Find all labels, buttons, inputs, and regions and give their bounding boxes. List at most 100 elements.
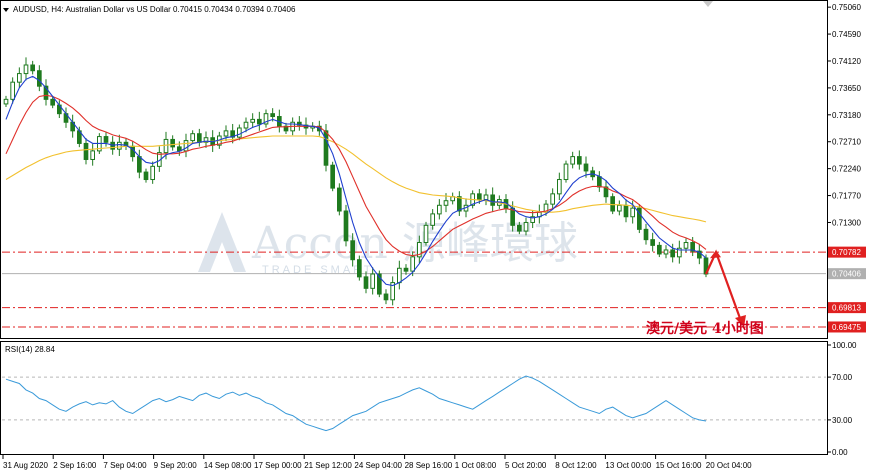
main-y-tick-label: 0.75060 [832, 3, 861, 12]
candle-body [10, 81, 15, 100]
candle-body [383, 293, 389, 301]
level-price-label: 0.69475 [832, 323, 861, 332]
x-tick-label: 21 Sep 12:00 [304, 461, 352, 470]
candle-body [243, 121, 249, 129]
x-tick-label: 7 Sep 04:00 [103, 461, 147, 470]
main-y-tick-label: 0.71770 [832, 192, 861, 201]
candle-body [17, 73, 22, 83]
candle-body [657, 244, 662, 255]
candle-body [583, 163, 589, 172]
x-tick-label: 1 Oct 08:00 [455, 461, 497, 470]
candle-body [237, 127, 242, 138]
candle-body [90, 150, 96, 160]
main-y-tick-label: 0.74120 [832, 57, 861, 66]
candle-body [163, 138, 169, 154]
candle-body [557, 179, 562, 195]
candle-body [517, 224, 522, 232]
candle-body [23, 64, 29, 75]
candle-body [437, 204, 442, 215]
level-price-label: 0.70782 [832, 248, 861, 257]
candle-body [650, 239, 655, 246]
x-tick-label: 14 Sep 08:00 [204, 461, 252, 470]
candle-body [37, 70, 42, 87]
candle-body [330, 164, 336, 189]
candle-body [397, 267, 402, 284]
candle-body [623, 204, 629, 218]
candle-body [630, 207, 635, 218]
candle-body [350, 240, 356, 261]
rsi-y-tick-label: 0.00 [832, 448, 848, 457]
main-y-tick-label: 0.72240 [832, 165, 861, 174]
main-y-tick-label: 0.72710 [832, 138, 861, 147]
main-plot-frame [0, 0, 828, 339]
candle-body [250, 118, 255, 123]
x-axis-labels: 31 Aug 2020 2 Sep 16:00 7 Sep 04:00 9 Sep 2… [2, 455, 752, 470]
candle-body [403, 267, 409, 272]
x-tick-label: 9 Sep 20:00 [154, 461, 198, 470]
rsi-header: RSI(14) 28.84 [5, 345, 55, 354]
rsi-plot-frame [0, 341, 828, 455]
candle-body [170, 138, 175, 148]
x-tick-label: 17 Sep 00:00 [254, 461, 302, 470]
candle-body [663, 249, 669, 255]
candle-body [523, 221, 529, 232]
candle-body [563, 163, 569, 181]
x-tick-label: 20 Oct 04:00 [706, 461, 752, 470]
candle-body [410, 256, 416, 272]
candle-body [550, 193, 555, 205]
candle-body [270, 113, 276, 118]
level-price-label: 0.69813 [832, 304, 861, 313]
main-y-tick-label: 0.73650 [832, 84, 861, 93]
current-price-label: 0.70406 [832, 270, 861, 279]
main-y-tick-label: 0.74590 [832, 30, 861, 39]
candle-body [430, 213, 436, 226]
candle-body [643, 228, 649, 241]
candle-body [323, 130, 329, 166]
candle-body [343, 210, 349, 242]
candle-body [137, 156, 142, 173]
candle-body [423, 224, 429, 244]
symbol-header: AUDUSD, H4: Australian Dollar vs US Doll… [13, 5, 296, 14]
candle-body [577, 156, 582, 165]
chart-annotation: 澳元/美元 4小时图 [646, 320, 764, 337]
main-y-tick-label: 0.73180 [832, 111, 861, 120]
candle-body [443, 200, 449, 206]
candle-body [570, 156, 575, 165]
watermark: Accon 源峰環球 TRADE SMART [198, 212, 578, 276]
candle-body [610, 196, 615, 212]
candle-body [357, 259, 362, 278]
candle-body [103, 136, 109, 143]
candle-body [683, 242, 689, 249]
rsi-y-tick-label: 100.00 [832, 341, 857, 350]
candle-body [183, 140, 189, 152]
candle-body [363, 276, 369, 289]
chart-canvas: Accon 源峰環球 TRADE SMART 0.750600.745900.7… [0, 0, 866, 470]
candle-body [197, 133, 202, 143]
candle-body [483, 194, 489, 201]
candle-body [597, 176, 602, 188]
x-tick-label: 8 Oct 12:00 [555, 461, 597, 470]
x-tick-label: 28 Sep 16:00 [405, 461, 453, 470]
x-tick-label: 13 Oct 00:00 [605, 461, 651, 470]
rsi-y-tick-label: 30.00 [832, 416, 853, 425]
candle-body [50, 98, 55, 106]
main-y-tick-label: 0.71300 [832, 218, 861, 227]
rsi-y-tick-label: 70.00 [832, 373, 853, 382]
candle-body [670, 249, 675, 258]
candle-body [83, 142, 89, 160]
x-tick-label: 24 Sep 04:00 [354, 461, 402, 470]
x-tick-label: 2 Sep 16:00 [53, 461, 97, 470]
candle-body [117, 141, 122, 150]
candle-body [143, 171, 149, 181]
candle-body [477, 193, 482, 201]
main-y-ticks: 0.75060 0.74590 0.74120 0.73650 0.73180 0.727… [827, 3, 861, 227]
watermark-sub: TRADE SMART [262, 264, 374, 276]
candle-body [223, 130, 229, 137]
x-tick-label: 15 Oct 16:00 [656, 461, 702, 470]
x-tick-label: 31 Aug 2020 [3, 461, 48, 470]
x-tick-label: 5 Oct 20:00 [505, 461, 547, 470]
candle-body [617, 204, 622, 212]
candle-body [3, 98, 9, 105]
candle-body [337, 187, 342, 212]
candle-body [257, 118, 262, 125]
